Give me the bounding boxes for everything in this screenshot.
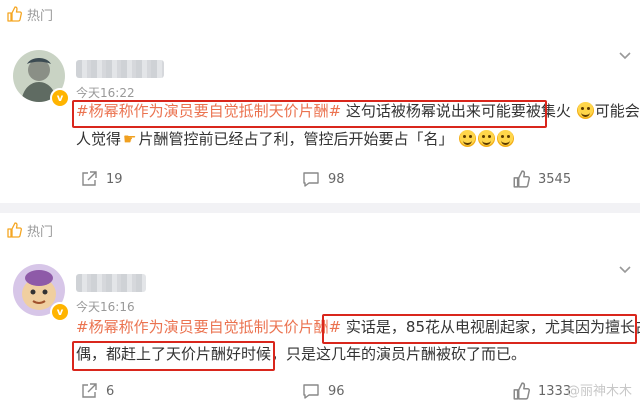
- post-text: 可能会有: [594, 102, 640, 120]
- chevron-down-icon[interactable]: [618, 48, 632, 62]
- comment-button[interactable]: 98: [302, 170, 345, 188]
- hot-thumb-icon: [6, 6, 22, 22]
- comment-icon: [303, 172, 319, 187]
- watermark: @丽神木木: [567, 380, 632, 399]
- share-button[interactable]: 6: [80, 382, 114, 400]
- share-icon: [82, 383, 97, 398]
- like-button[interactable]: 1333: [512, 382, 571, 400]
- comment-button[interactable]: 96: [302, 382, 345, 400]
- comment-count: 98: [328, 171, 345, 187]
- hot-label: 热门: [27, 224, 54, 240]
- share-button[interactable]: 19: [80, 170, 123, 188]
- post-text-line-2: 人觉得 ☛ 片酬管控前已经占了利，管控后开始要占「名」: [76, 128, 515, 150]
- share-count: 6: [106, 383, 115, 399]
- verified-badge-icon: v: [50, 302, 70, 322]
- share-count: 19: [106, 171, 123, 187]
- like-icon: [513, 382, 530, 400]
- post-time: 今天16:16: [76, 300, 135, 314]
- post-text: 片酬管控前已经占了利，管控后开始要占「名」: [138, 130, 454, 148]
- post-text: 只是这几年的演员片酬被砍了而已。: [286, 345, 527, 363]
- username-blurred[interactable]: [76, 60, 164, 78]
- chevron-down-icon[interactable]: [618, 262, 632, 276]
- hot-label: 热门: [27, 8, 54, 24]
- like-button[interactable]: 3545: [512, 170, 571, 188]
- comment-icon: [303, 384, 319, 399]
- hot-thumb-icon: [6, 222, 22, 238]
- like-icon: [513, 170, 530, 188]
- post-time: 今天16:22: [76, 86, 135, 100]
- pointing-hand-icon: ☛: [123, 130, 137, 148]
- emoji-icon: [459, 130, 477, 147]
- verified-badge-icon: v: [50, 88, 70, 108]
- watermark-text: @丽神木木: [566, 384, 632, 399]
- like-count: 3545: [538, 171, 572, 187]
- hot-tag: 热门: [6, 4, 53, 24]
- share-icon: [82, 171, 97, 186]
- emoji-icon: [576, 102, 594, 119]
- username-blurred[interactable]: [76, 274, 146, 292]
- highlight-box: [72, 341, 275, 371]
- comment-count: 96: [328, 383, 345, 399]
- emoji-icon: [497, 130, 515, 147]
- emoji-icon: [478, 130, 496, 147]
- card-separator: [0, 203, 640, 213]
- topic-link[interactable]: #杨幂称作为演员要自觉抵制天价片酬#: [76, 318, 341, 336]
- highlight-box: [322, 314, 637, 344]
- post-text: 人觉得: [76, 130, 122, 148]
- highlight-box: [72, 100, 547, 128]
- hot-tag: 热门: [6, 220, 53, 240]
